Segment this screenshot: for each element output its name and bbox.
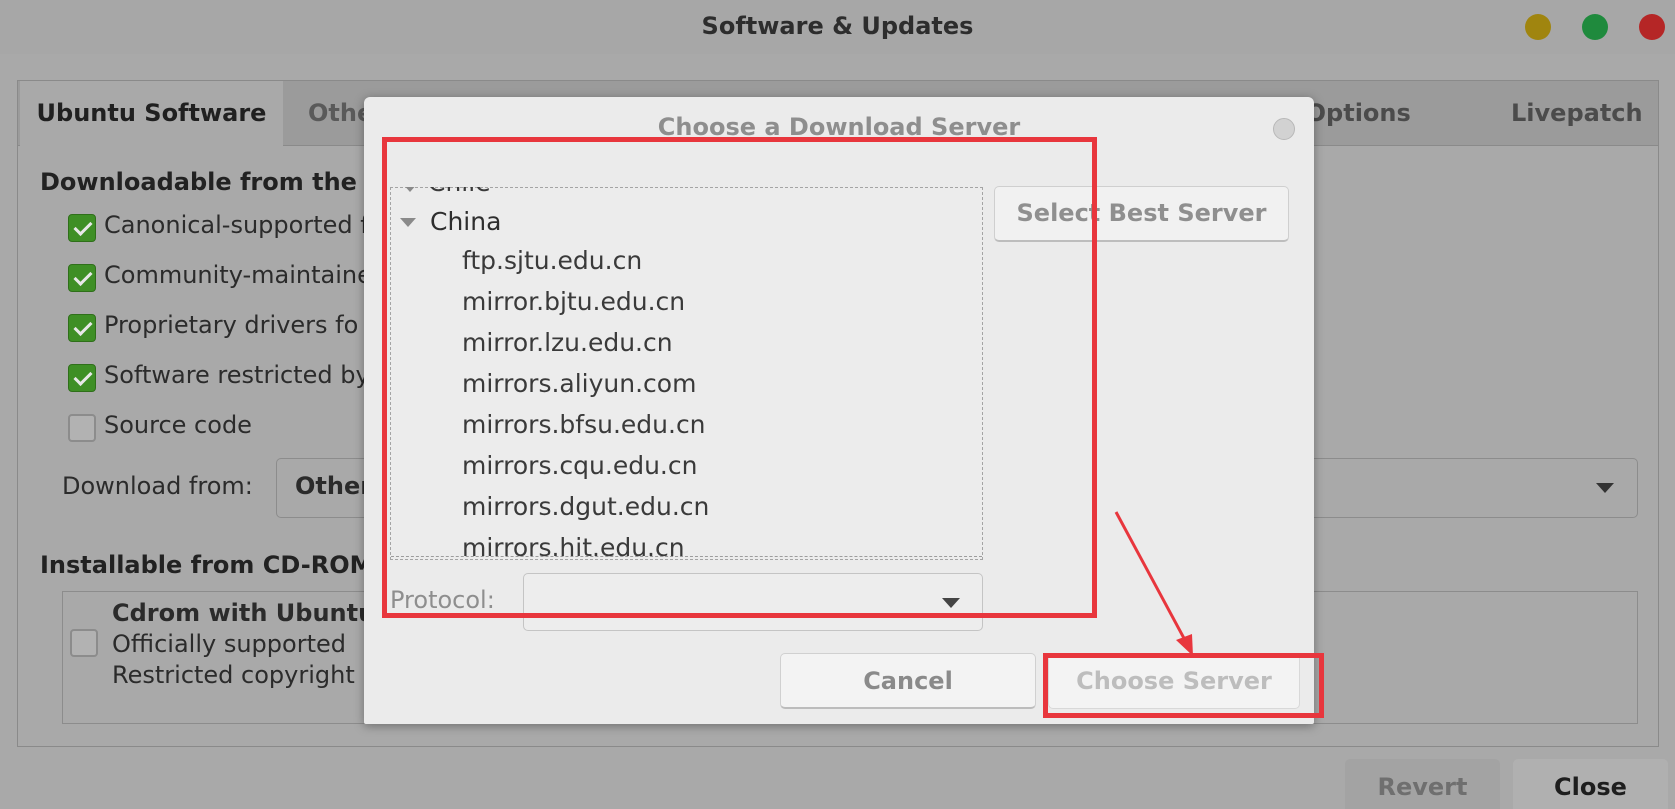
cdrom-line: Restricted copyright: [112, 661, 355, 689]
window-title: Software & Updates: [701, 12, 974, 40]
annotation-box-server-list: [382, 137, 1097, 618]
close-button[interactable]: Close: [1513, 759, 1668, 809]
check-icon[interactable]: [68, 214, 96, 242]
cdrom-heading: Installable from CD-ROM/: [40, 551, 383, 579]
checkbox-label: Software restricted by: [104, 361, 370, 389]
revert-button[interactable]: Revert: [1345, 759, 1500, 809]
maximize-button[interactable]: [1582, 14, 1608, 40]
checkbox-label: Source code: [104, 411, 252, 439]
cdrom-line: Officially supported: [112, 630, 346, 658]
check-icon[interactable]: [68, 314, 96, 342]
annotation-box-choose-server: [1043, 653, 1324, 718]
checkbox-box[interactable]: [68, 414, 96, 442]
dialog-close-icon[interactable]: [1273, 118, 1295, 140]
tab-livepatch[interactable]: Livepatch: [1511, 81, 1643, 146]
check-icon[interactable]: [68, 264, 96, 292]
cdrom-checkbox[interactable]: [70, 629, 98, 657]
tab-ubuntu-software[interactable]: Ubuntu Software: [20, 81, 283, 146]
checkbox-label: Community-maintaine: [104, 261, 372, 289]
download-from-label: Download from:: [62, 472, 253, 500]
chevron-down-icon[interactable]: [1596, 483, 1614, 493]
checkbox-label: Proprietary drivers fo: [104, 311, 359, 339]
window-close-button[interactable]: [1639, 14, 1665, 40]
checkbox-label: Canonical-supported f: [104, 211, 369, 239]
cdrom-title: Cdrom with Ubuntu: [112, 599, 376, 627]
downloadable-heading: Downloadable from the In: [40, 168, 392, 196]
minimize-button[interactable]: [1525, 14, 1551, 40]
check-icon[interactable]: [68, 364, 96, 392]
cancel-button[interactable]: Cancel: [780, 653, 1036, 709]
download-from-value: Other: [295, 472, 373, 500]
